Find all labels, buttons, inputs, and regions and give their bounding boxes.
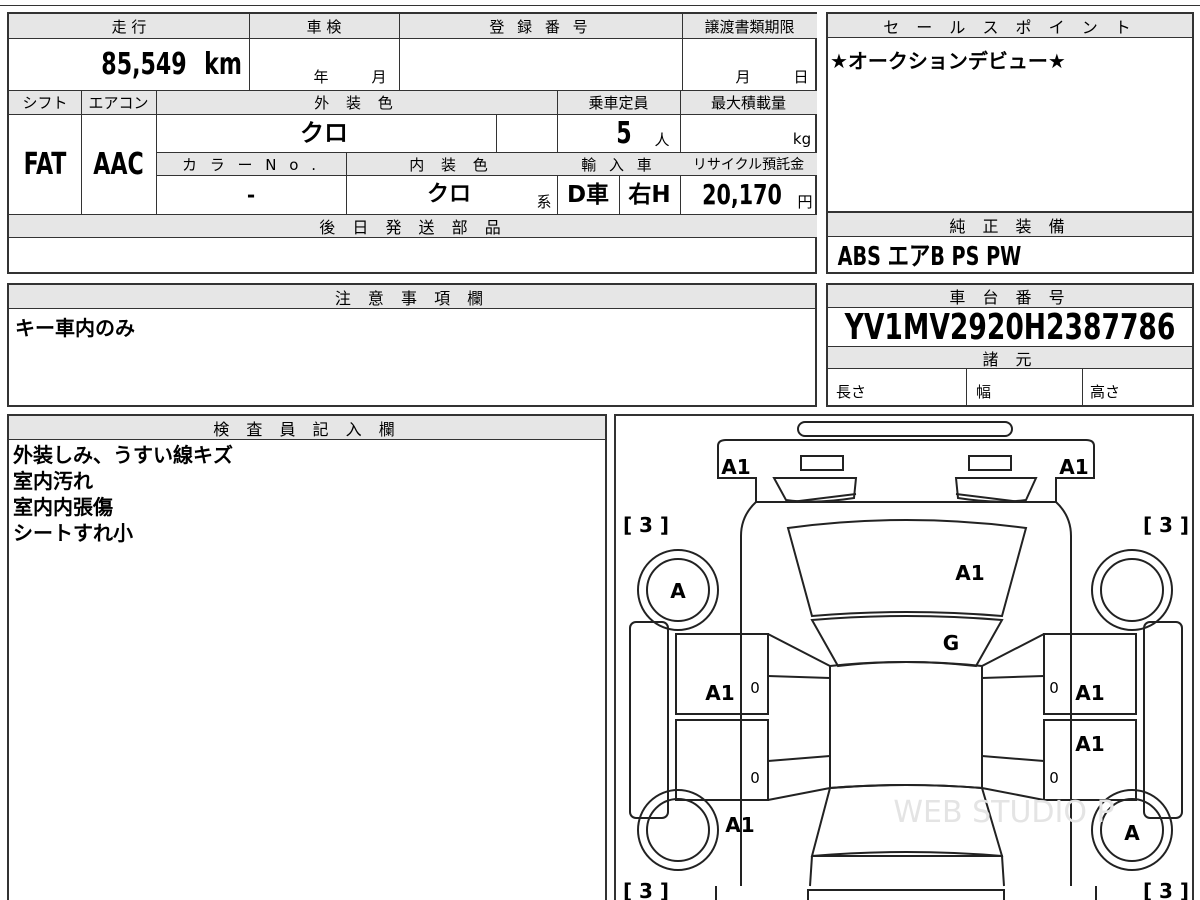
chassis-box: 車 台 番 号 YV1MV2920H2387786 諸 元 長さ 幅 高さ (826, 283, 1194, 407)
sales-point-value: ★オークションデビュー★ (830, 49, 1066, 73)
header-import: 輸 入 車 (581, 155, 656, 174)
header-interior-color: 内 装 色 (409, 155, 494, 174)
header-transfer-deadline: 譲渡書類期限 (682, 14, 817, 38)
equipment-box: 純 正 装 備 ABS エアB PS PW (826, 211, 1194, 274)
watermark: WEB STUDIO P (893, 794, 1115, 830)
later-parts-value (9, 238, 817, 272)
bracket-top-right: [ 3 ] (1142, 513, 1190, 537)
inspector-line: 室内内張傷 (13, 495, 113, 519)
zero-mark-left-front: 0 (750, 679, 760, 697)
exterior-color-value: クロ (300, 119, 348, 147)
header-recycle-fee: リサイクル預託金 (692, 157, 805, 173)
damage-mark-door-front-right: A1 (1075, 681, 1105, 705)
interior-color-suffix: 系 (536, 192, 552, 211)
spec-width-label: 幅 (976, 383, 992, 401)
chassis-header: 車 台 番 号 (828, 285, 1192, 308)
inspection-year-unit: 年 (313, 67, 329, 86)
color-no-value: - (246, 182, 256, 207)
inspector-box: 検 査 員 記 入 欄 外装しみ、うすい線キズ 室内汚れ 室内内張傷 シートすれ… (7, 414, 607, 900)
notes-box: 注 意 事 項 欄 キー車内のみ (7, 283, 817, 407)
header-color-no: カ ラ ー N o . (181, 155, 320, 174)
steering-value: 右H (628, 181, 671, 208)
damage-mark-wheel-front-left: A (670, 579, 686, 603)
equipment-value: ABS エアB PS PW (837, 242, 1022, 272)
car-diagram-box: [ 3 ] [ 3 ] [ 3 ] [ 3 ] A1 A1 A1 G A A A… (614, 414, 1194, 900)
inspector-header: 検 査 員 記 入 欄 (9, 416, 605, 440)
chassis-number-value: YV1MV2920H2387786 (844, 306, 1176, 348)
zero-mark-right-rear: 0 (1049, 769, 1059, 787)
notes-value: キー車内のみ (15, 316, 135, 340)
header-registration: 登 録 番 号 (399, 14, 682, 38)
damage-mark-door-rear-right: A1 (1075, 732, 1105, 756)
damage-mark-hood: A1 (955, 561, 985, 585)
damage-mark-front-left: A1 (721, 455, 751, 479)
damage-mark-windshield: G (942, 631, 960, 655)
inspection-month-unit: 月 (371, 67, 387, 86)
top-cutoff-line (0, 5, 1200, 6)
bracket-top-left: [ 3 ] (622, 513, 670, 537)
equipment-header: 純 正 装 備 (828, 213, 1192, 237)
header-inspection: 車 検 (249, 14, 399, 38)
spec-length-label: 長さ (836, 383, 867, 401)
recycle-fee-value: 20,170 (702, 178, 782, 211)
sales-point-box: セ ー ル ス ポ イ ン ト ★オークションデビュー★ (826, 12, 1194, 213)
aircon-value: AAC (93, 146, 144, 182)
header-aircon: エアコン (88, 94, 149, 112)
capacity-unit: 人 (654, 130, 670, 149)
mileage-value: 85,549 (101, 46, 187, 82)
spec-height-label: 高さ (1090, 383, 1121, 401)
mileage-unit: km (204, 46, 242, 82)
later-parts-header: 後 日 発 送 部 品 (9, 215, 817, 238)
recycle-fee-unit: 円 (797, 192, 813, 211)
interior-color-value: クロ (426, 181, 471, 207)
header-capacity: 乗車定員 (588, 94, 649, 112)
transfer-day-unit: 日 (793, 67, 809, 86)
zero-mark-right-front: 0 (1049, 679, 1059, 697)
bracket-bottom-right: [ 3 ] (1142, 879, 1190, 900)
zero-mark-left-rear: 0 (750, 769, 760, 787)
header-shift: シフト (22, 94, 68, 112)
header-exterior-color: 外 装 色 (314, 94, 399, 112)
notes-header: 注 意 事 項 欄 (9, 285, 815, 309)
transfer-month-unit: 月 (735, 67, 751, 86)
damage-mark-rear-left: A1 (725, 813, 755, 837)
vehicle-info-table: 走 行 車 検 登 録 番 号 譲渡書類期限 85,549 km 年 月 月 日… (7, 12, 817, 274)
damage-mark-door-front-left: A1 (705, 681, 735, 705)
capacity-value: 5 (616, 115, 632, 151)
inspector-line: 室内汚れ (13, 469, 93, 493)
payload-unit: kg (792, 130, 812, 148)
bracket-bottom-left: [ 3 ] (622, 879, 670, 900)
inspector-line: 外装しみ、うすい線キズ (13, 443, 233, 467)
header-mileage: 走 行 (9, 14, 249, 38)
specs-header: 諸 元 (828, 347, 1192, 369)
damage-mark-front-right: A1 (1059, 455, 1089, 479)
sales-point-header: セ ー ル ス ポ イ ン ト (828, 14, 1192, 38)
header-max-payload: 最大積載量 (710, 94, 786, 112)
shift-value: FAT (23, 146, 67, 182)
inspector-line: シートすれ小 (13, 521, 133, 545)
import-type-value: D車 (566, 181, 610, 208)
